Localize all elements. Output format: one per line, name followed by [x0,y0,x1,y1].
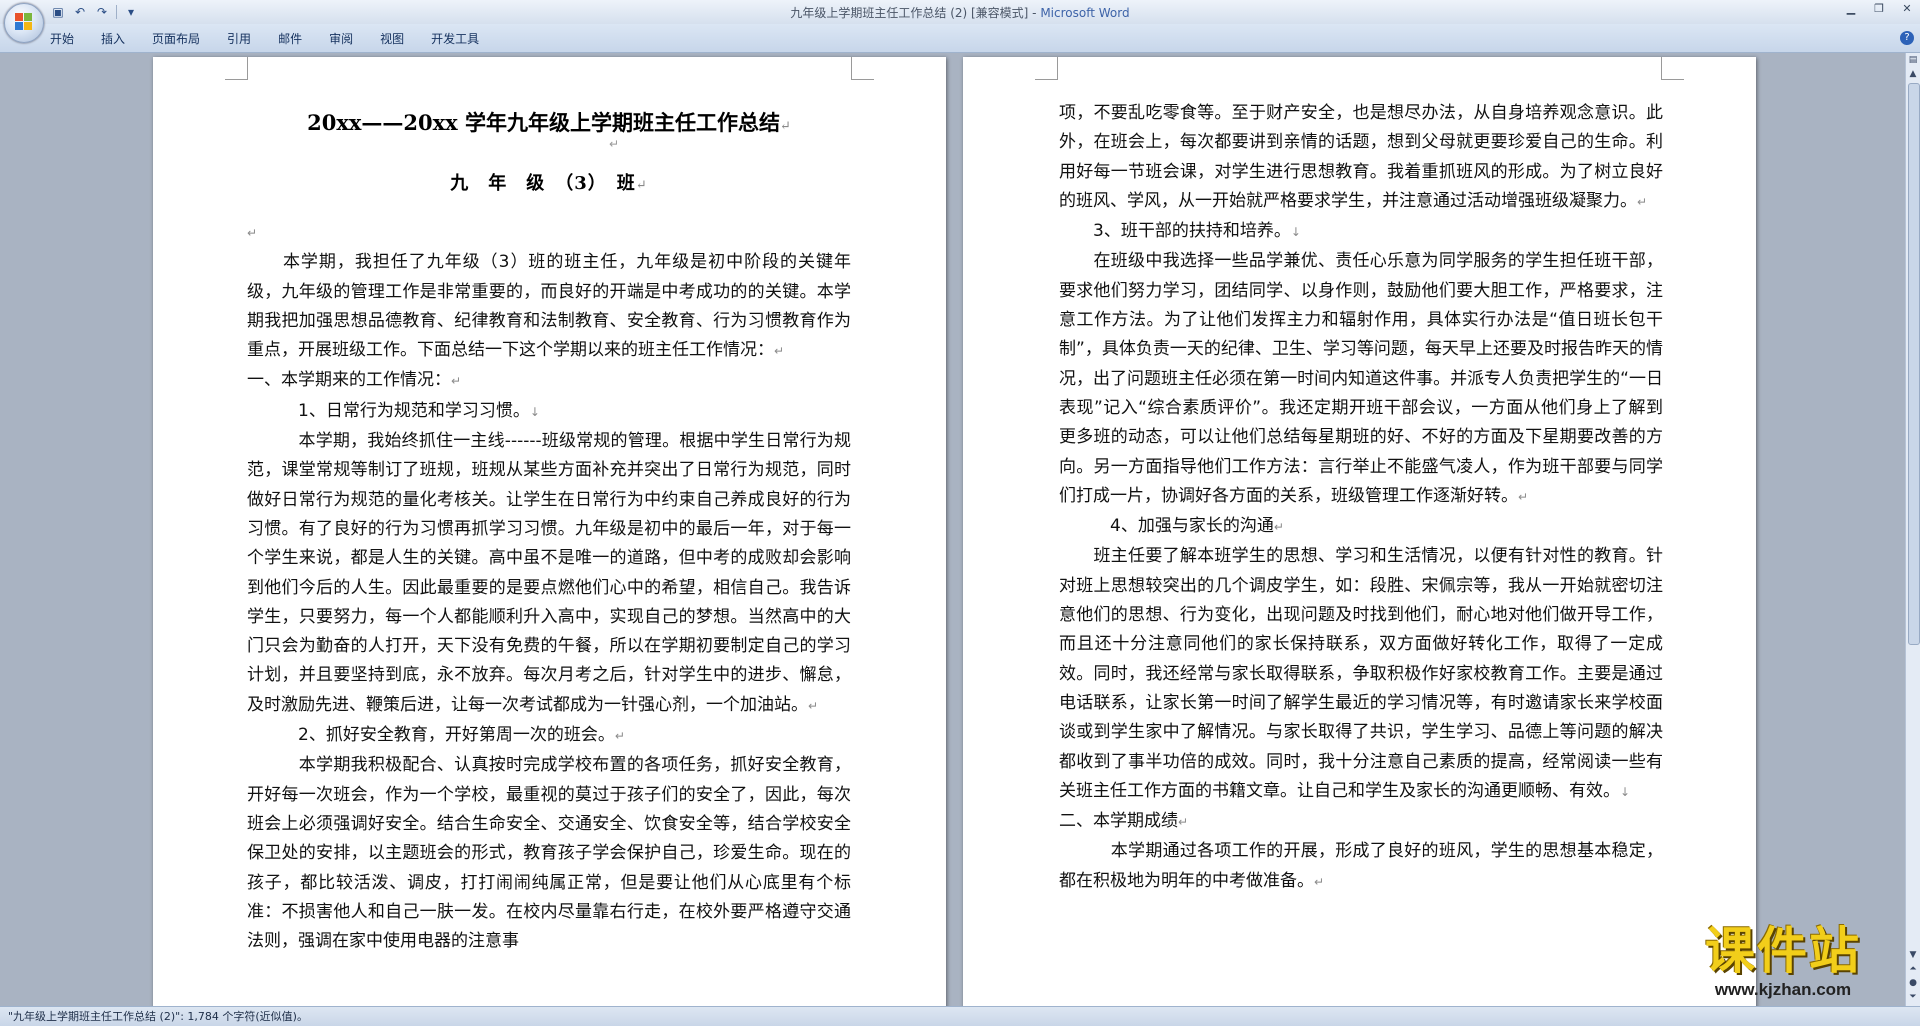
body-paragraph: 本学期，我始终抓住一主线------班级常规的管理。根据中学生日常行为规范，课堂… [247,431,851,715]
close-icon[interactable]: ✕ [1900,2,1914,16]
crop-mark [1661,57,1684,80]
body-paragraph: 班主任要了解本班学生的思想、学习和生活情况，以便有针对性的教育。针对班上思想较突… [1059,546,1663,801]
status-bar: "九年级上学期班主任工作总结 (2)": 1,784 个字符(近似值)。 [0,1006,1920,1026]
document-heading: 20xx——20xx 学年九年级上学期班主任工作总结↵ [307,110,791,135]
body-paragraph: 本学期我积极配合、认真按时完成学校布置的各项任务，抓好安全教育，开好每一次班会，… [247,755,851,952]
window-controls: ▁ ❐ ✕ [1844,2,1914,16]
previous-page-icon[interactable]: ⏶ [1906,962,1920,976]
crop-mark [1035,57,1058,80]
body-paragraph: 在班级中我选择一些品学兼优、责任心乐意为同学服务的学生担任班干部，要求他们努力学… [1059,251,1663,506]
body-paragraph: 本学期，我担任了九年级（3）班的班主任，九年级是初中阶段的关键年级，九年级的管理… [247,252,851,361]
document-page-1[interactable]: 20xx——20xx 学年九年级上学期班主任工作总结↵ ↵ 九 年 级 （3） … [153,57,946,1006]
office-button[interactable] [4,3,44,43]
tab-home[interactable]: 开始 [50,30,74,47]
ribbon-tab-bar: 开始 插入 页面布局 引用 邮件 审阅 视图 开发工具 ? [0,24,1920,53]
window-title: 九年级上学期班主任工作总结 (2) [兼容模式] - Microsoft Wor… [0,4,1920,21]
tab-view[interactable]: 视图 [380,30,404,47]
browse-object-icon[interactable]: ● [1906,976,1920,990]
subsection-heading: 1、日常行为规范和学习习惯。↓ [247,400,540,421]
crop-mark [225,57,248,80]
status-word-count[interactable]: "九年级上学期班主任工作总结 (2)": 1,784 个字符(近似值)。 [8,1007,308,1026]
paragraph-mark: ↵ [609,137,620,151]
body-paragraph: 本学期通过各项工作的开展，形成了良好的班风，学生的思想基本稳定，都在积极地为明年… [1059,841,1663,891]
body-paragraph: 项，不要乱吃零食等。至于财产安全，也是想尽办法，从自身培养观念意识。此外，在班会… [1059,103,1663,211]
crop-mark [851,57,874,80]
scroll-up-icon[interactable]: ▲ [1906,67,1920,81]
subsection-heading: 3、班干部的扶持和培养。↓ [1059,221,1301,242]
class-heading: 九 年 级 （3） 班↵ [450,173,648,194]
minimize-icon[interactable]: ▁ [1844,2,1858,16]
ribbon-tabs: 开始 插入 页面布局 引用 邮件 审阅 视图 开发工具 [50,30,506,47]
watermark-logo: 课件站 [1705,921,1861,980]
tab-page-layout[interactable]: 页面布局 [152,30,200,47]
tab-review[interactable]: 审阅 [329,30,353,47]
office-logo-icon [15,13,33,31]
maximize-icon[interactable]: ❐ [1872,2,1886,16]
tab-insert[interactable]: 插入 [101,30,125,47]
document-page-2[interactable]: 项，不要乱吃零食等。至于财产安全，也是想尽办法，从自身培养观念意识。此外，在班会… [963,57,1756,1006]
watermark-url: www.kjzhan.com [1714,980,1852,999]
page-2-body: 项，不要乱吃零食等。至于财产安全，也是想尽办法，从自身培养观念意识。此外，在班会… [1059,99,1663,897]
subsection-heading: 2、抓好安全教育，开好第周一次的班会。↵ [247,725,625,746]
help-icon[interactable]: ? [1900,31,1914,45]
document-title: 九年级上学期班主任工作总结 (2) [兼容模式] - [790,6,1041,20]
vertical-scrollbar[interactable]: ▤ ▲ ▼ ⏶ ● ⏷ [1905,53,1920,1006]
page-1-body: ↵ 本学期，我担任了九年级（3）班的班主任，九年级是初中阶段的关键年级，九年级的… [247,218,851,956]
ruler-toggle-icon[interactable]: ▤ [1906,53,1920,67]
section-heading: 二、本学期成绩↵ [1059,811,1189,832]
title-bar: ▣ ↶ ↷ ▾ 九年级上学期班主任工作总结 (2) [兼容模式] - Micro… [0,0,1920,24]
tab-mailings[interactable]: 邮件 [278,30,302,47]
application-name: Microsoft Word [1040,6,1130,20]
section-heading: 一、本学期来的工作情况：↵ [247,370,462,391]
subsection-heading: 4、加强与家长的沟通↵ [1059,516,1284,537]
site-watermark: 课件站 www.kjzhan.com [1668,922,1898,1000]
next-page-icon[interactable]: ⏷ [1906,990,1920,1004]
tab-developer[interactable]: 开发工具 [431,30,479,47]
paragraph-mark: ↵ [247,226,258,240]
scrollbar-thumb[interactable] [1908,83,1920,645]
scroll-down-icon[interactable]: ▼ [1906,948,1920,962]
tab-references[interactable]: 引用 [227,30,251,47]
document-workspace: 20xx——20xx 学年九年级上学期班主任工作总结↵ ↵ 九 年 级 （3） … [0,53,1906,1006]
